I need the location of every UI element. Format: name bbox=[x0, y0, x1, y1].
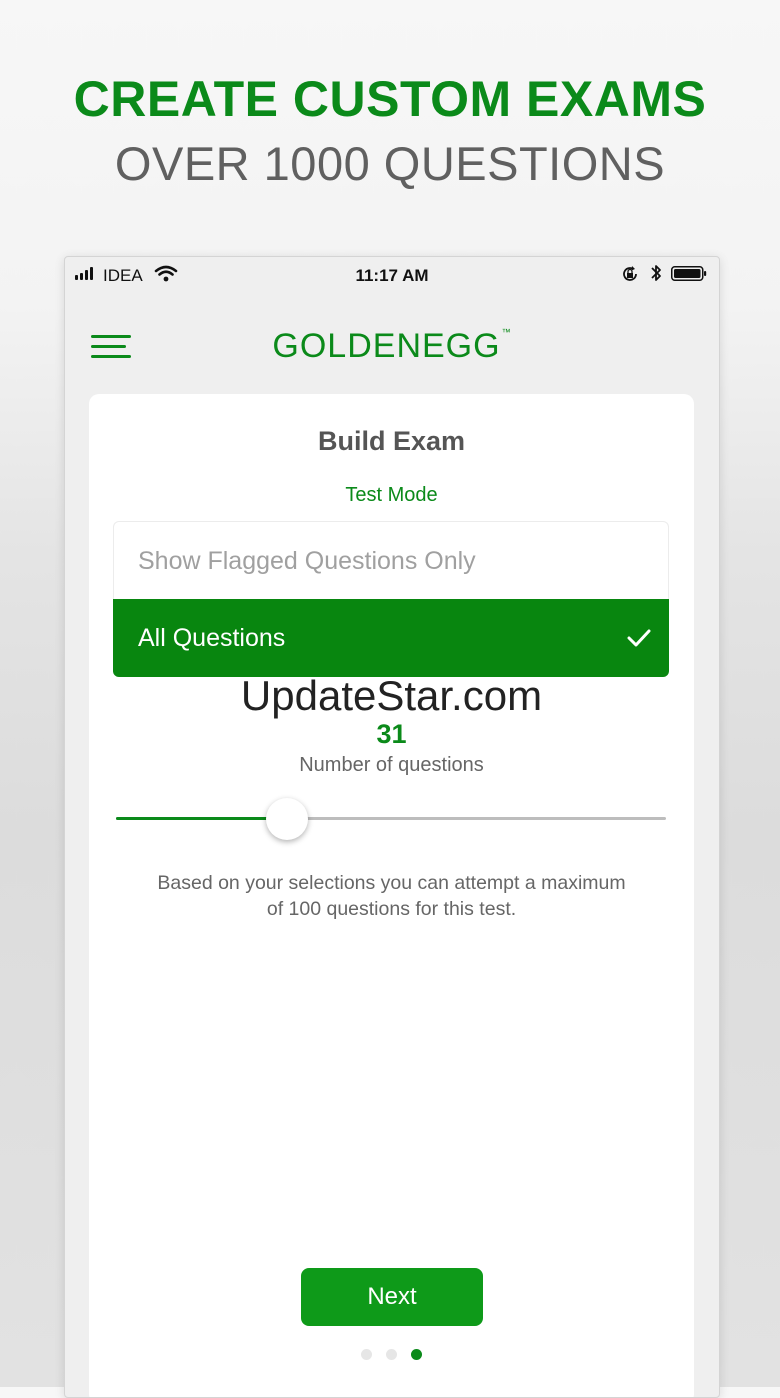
question-count-label: Number of questions bbox=[299, 754, 484, 776]
test-mode-link[interactable]: Test Mode bbox=[89, 484, 694, 507]
slider-fill bbox=[116, 817, 287, 820]
bluetooth-icon bbox=[651, 265, 661, 281]
rotation-lock-icon bbox=[623, 266, 637, 281]
status-bar: IDEA 11:17 AM bbox=[65, 257, 719, 295]
promo-title: CREATE CUSTOM EXAMS bbox=[73, 71, 707, 127]
battery-icon bbox=[671, 266, 707, 281]
phone-screen: IDEA 11:17 AM GOLDENEGG™ Build Exam Test… bbox=[64, 256, 720, 1398]
page-dot bbox=[411, 1349, 422, 1360]
build-exam-card: Build Exam Test Mode Show Flagged Questi… bbox=[89, 394, 694, 1397]
option-all-label: All Questions bbox=[138, 624, 286, 652]
logo-text: GOLDENEGG bbox=[272, 327, 501, 365]
app-logo: GOLDENEGG™ bbox=[65, 327, 719, 366]
page-indicator bbox=[89, 1349, 694, 1360]
page-dot bbox=[386, 1349, 397, 1360]
slider-thumb[interactable] bbox=[265, 798, 308, 840]
question-count-value: 31 bbox=[376, 719, 407, 749]
question-filter-list: Show Flagged Questions Only All Question… bbox=[113, 521, 669, 677]
option-all-questions[interactable]: All Questions bbox=[113, 599, 669, 677]
page-dot bbox=[361, 1349, 372, 1360]
card-title: Build Exam bbox=[317, 426, 466, 456]
option-flagged-questions[interactable]: Show Flagged Questions Only bbox=[113, 521, 669, 599]
logo-tm: ™ bbox=[501, 327, 512, 337]
watermark-text: UpdateStar.com bbox=[240, 672, 543, 719]
next-button[interactable]: Next bbox=[301, 1268, 483, 1326]
promo-subtitle: OVER 1000 QUESTIONS bbox=[114, 137, 666, 190]
selection-info-text: Based on your selections you can attempt… bbox=[157, 872, 626, 920]
checkmark-icon bbox=[627, 629, 651, 647]
question-count-slider[interactable] bbox=[116, 798, 666, 840]
